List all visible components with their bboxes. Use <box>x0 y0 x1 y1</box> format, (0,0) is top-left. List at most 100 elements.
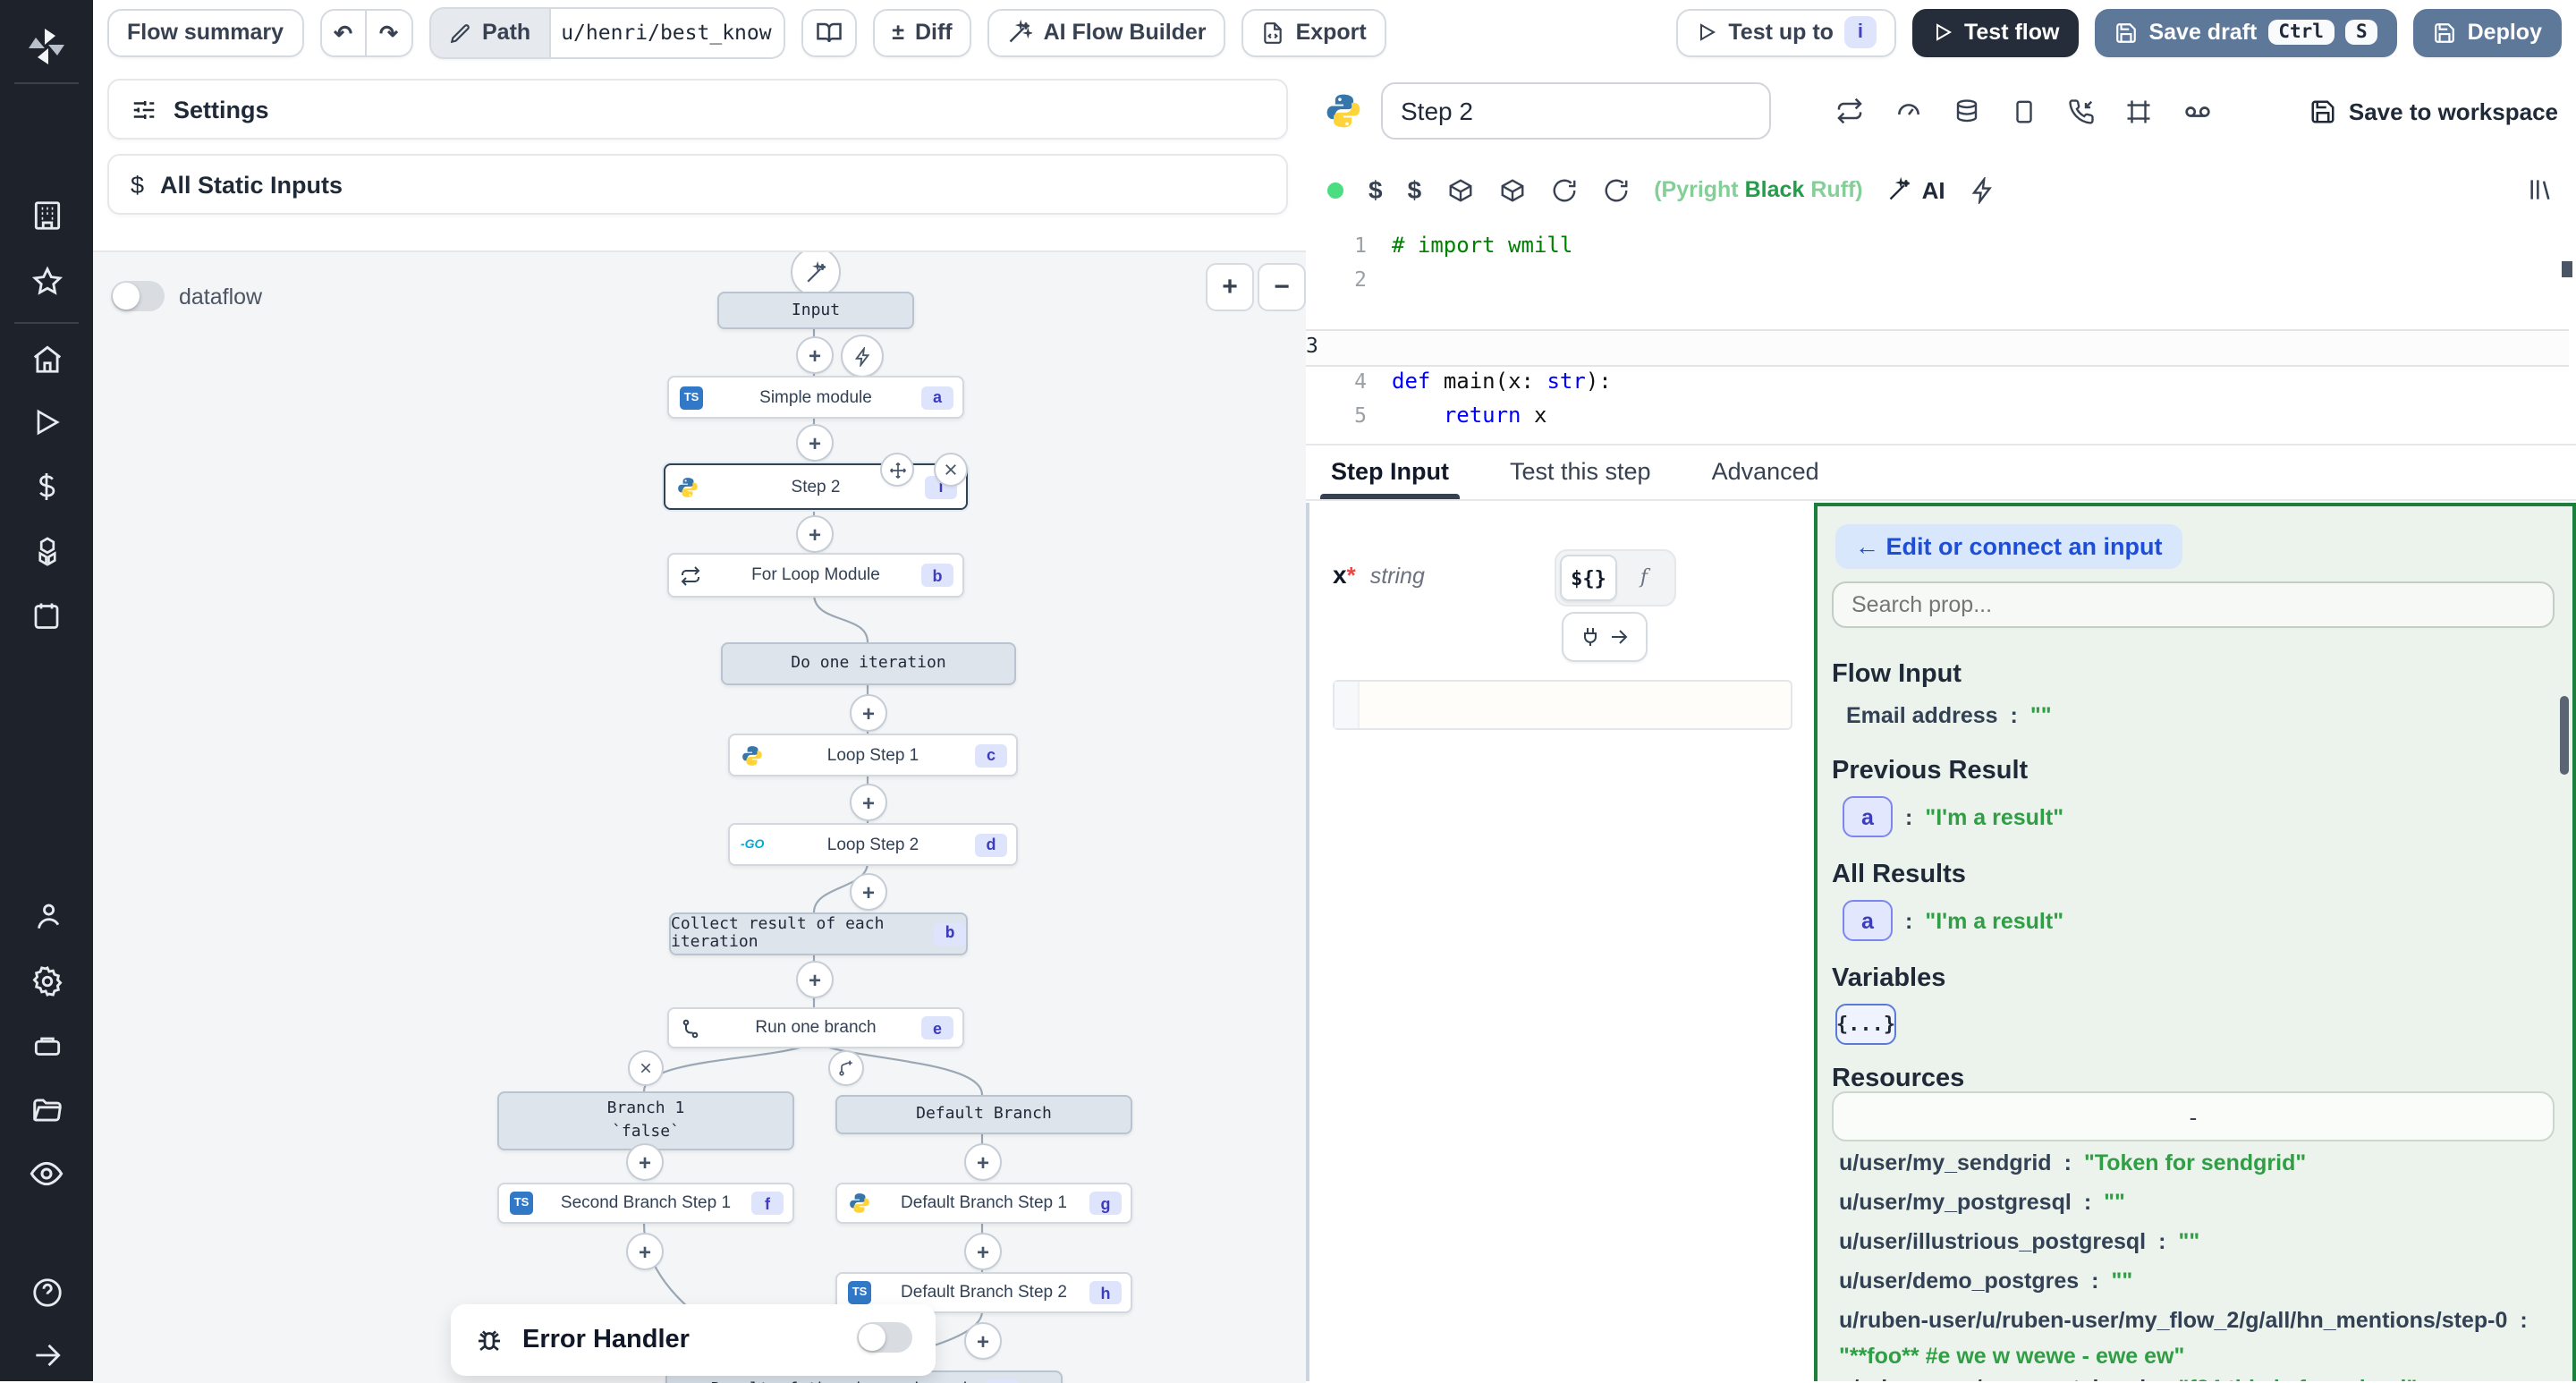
resource-row[interactable]: u/user/demo_postgres : "" <box>1839 1268 2555 1294</box>
phone-incoming-icon[interactable] <box>2068 98 2095 124</box>
export-button[interactable]: Export <box>1242 8 1386 56</box>
package-icon[interactable] <box>1446 176 1473 203</box>
flow-input-row[interactable]: Email address : "" <box>1846 703 2052 728</box>
variables-chip[interactable]: {...} <box>1835 1004 1896 1045</box>
deploy-button[interactable]: Deploy <box>2414 8 2562 56</box>
all-static-inputs-card[interactable]: $ All Static Inputs <box>107 154 1288 215</box>
add-step-button[interactable] <box>796 961 834 998</box>
variables-row[interactable]: {...} <box>1835 1004 1896 1045</box>
path-label[interactable]: Path <box>428 6 550 58</box>
windmill-logo-icon[interactable] <box>0 20 93 73</box>
reload-icon[interactable] <box>1602 176 1629 203</box>
step-id-chip[interactable]: a <box>1843 796 1893 837</box>
delete-step-button[interactable] <box>934 453 968 487</box>
node-do-one-iteration[interactable]: Do one iteration <box>721 642 1016 685</box>
connect-panel-scrollbar-thumb[interactable] <box>2560 696 2569 775</box>
settings-card[interactable]: Settings <box>107 79 1288 140</box>
node-loop-step-2[interactable]: Loop Step 2 d <box>728 823 1018 866</box>
add-step-button[interactable] <box>964 1322 1002 1360</box>
add-step-button[interactable] <box>796 336 834 374</box>
resource-row[interactable]: u/user/my_postgresql : "" <box>1839 1190 2555 1215</box>
favorites-star-icon[interactable] <box>0 254 93 308</box>
code-editor[interactable]: 3 1 # import wmill 2 4 def main(x: str):… <box>1306 222 2576 444</box>
flow-graph-canvas[interactable]: dataflow + − Input Simple module a <box>93 250 1306 1383</box>
workspace-building-icon[interactable] <box>0 188 93 242</box>
undo-button[interactable]: ↶ <box>319 8 367 56</box>
tab-step-input[interactable]: Step Input <box>1331 458 1449 499</box>
move-step-button[interactable] <box>880 453 914 487</box>
reload-icon[interactable] <box>1550 176 1577 203</box>
node-default-branch[interactable]: Default Branch <box>835 1095 1132 1134</box>
resource-row[interactable]: u/user/my_sendgrid : "Token for sendgrid… <box>1839 1150 2555 1175</box>
node-collect-result[interactable]: Collect result of each iteration b <box>669 912 968 955</box>
step-id-chip[interactable]: a <box>1843 900 1893 941</box>
previous-result-row[interactable]: a : "I'm a result" <box>1843 796 2063 837</box>
tab-test-this-step[interactable]: Test this step <box>1510 458 1651 499</box>
resource-picker-icon[interactable]: $ <box>1408 175 1422 204</box>
search-prop-input[interactable] <box>1832 581 2555 628</box>
audit-eye-icon[interactable] <box>0 1147 93 1201</box>
node-second-branch-step-1[interactable]: Second Branch Step 1 f <box>497 1183 794 1224</box>
editor-scrollbar-thumb[interactable] <box>2562 261 2572 277</box>
frame-icon[interactable] <box>2125 98 2152 124</box>
database-icon[interactable] <box>1953 98 1980 124</box>
help-icon[interactable] <box>0 1265 93 1319</box>
user-icon[interactable] <box>0 889 93 943</box>
schedules-calendar-icon[interactable] <box>0 589 93 642</box>
path-input[interactable] <box>550 6 784 58</box>
edit-or-connect-back-button[interactable]: ← Edit or connect an input <box>1835 524 2182 569</box>
node-simple-module[interactable]: Simple module a <box>667 376 964 419</box>
step-title-input[interactable] <box>1381 82 1771 140</box>
settings-gear-icon[interactable] <box>0 954 93 1007</box>
flow-summary-button[interactable]: Flow summary <box>107 8 303 56</box>
argument-value-input[interactable] <box>1333 680 1792 730</box>
redo-button[interactable]: ↷ <box>367 8 412 56</box>
remove-branch-button[interactable] <box>628 1050 664 1086</box>
save-to-workspace-button[interactable]: Save to workspace <box>2309 98 2558 124</box>
package-icon[interactable] <box>1498 176 1525 203</box>
resource-row[interactable]: u/user/illustrious_postgresql : "" <box>1839 1229 2555 1254</box>
trigger-bolt-button[interactable] <box>841 335 884 378</box>
dataflow-toggle[interactable]: dataflow <box>111 281 262 311</box>
test-up-to-button[interactable]: Test up to i <box>1676 8 1896 56</box>
tab-advanced[interactable]: Advanced <box>1712 458 1819 499</box>
connect-input-button[interactable] <box>1562 612 1648 662</box>
resources-cubes-icon[interactable] <box>0 524 93 578</box>
add-step-button[interactable] <box>850 873 887 911</box>
add-step-button[interactable] <box>796 424 834 462</box>
expand-arrow-icon[interactable] <box>0 1328 93 1381</box>
resource-row[interactable]: u/ruben-user/u/ruben-user/my_flow_2/g/al… <box>1839 1308 2555 1333</box>
node-default-branch-step-1[interactable]: Default Branch Step 1 g <box>835 1183 1132 1224</box>
function-mode-button[interactable]: f <box>1617 555 1671 598</box>
ai-flow-builder-button[interactable]: AI Flow Builder <box>988 8 1226 56</box>
bolt-icon[interactable] <box>1970 176 1997 203</box>
test-flow-button[interactable]: Test flow <box>1912 8 2080 56</box>
add-step-button[interactable] <box>850 694 887 732</box>
library-icon[interactable] <box>2526 175 2555 204</box>
add-step-button[interactable] <box>626 1233 664 1270</box>
home-icon[interactable] <box>0 331 93 385</box>
add-step-button[interactable] <box>964 1143 1002 1181</box>
add-step-button[interactable] <box>964 1233 1002 1270</box>
save-draft-button[interactable]: Save draft Ctrl S <box>2095 8 2397 56</box>
error-handler-card[interactable]: Error Handler <box>451 1304 936 1376</box>
variables-dollar-icon[interactable] <box>0 460 93 513</box>
zoom-in-button[interactable]: + <box>1206 263 1254 311</box>
diff-button[interactable]: ± Diff <box>872 8 971 56</box>
node-run-one-branch[interactable]: Run one branch e <box>667 1007 964 1048</box>
node-input[interactable]: Input <box>717 292 914 329</box>
workers-robot-icon[interactable] <box>0 1018 93 1072</box>
docs-book-button[interactable] <box>801 8 856 56</box>
cache-voicemail-icon[interactable] <box>2182 96 2213 126</box>
add-step-button[interactable] <box>796 515 834 553</box>
variable-picker-icon[interactable]: $ <box>1368 175 1383 204</box>
add-step-button[interactable] <box>850 784 887 821</box>
resource-row[interactable]: u/ruben-user/my_scratchpad : "f24 this i… <box>1839 1376 2555 1381</box>
node-loop-step-1[interactable]: Loop Step 1 c <box>728 734 1018 776</box>
ai-assistant-button[interactable]: AI <box>1888 176 1945 203</box>
runs-play-icon[interactable] <box>0 395 93 449</box>
folders-icon[interactable] <box>0 1082 93 1136</box>
node-for-loop-module[interactable]: For Loop Module b <box>667 553 964 598</box>
error-handler-toggle[interactable] <box>857 1322 912 1358</box>
all-results-row[interactable]: a : "I'm a result" <box>1843 900 2063 941</box>
